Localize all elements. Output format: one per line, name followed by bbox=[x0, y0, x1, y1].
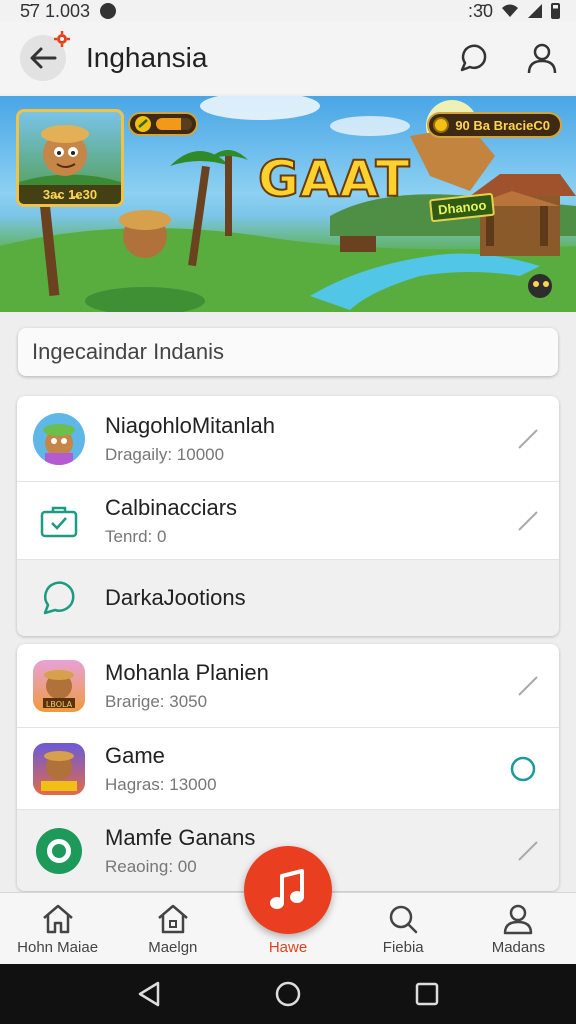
list-item-subtitle: Brarige: 3050 bbox=[105, 691, 208, 711]
list-item-subtitle: Tenrd: 0 bbox=[105, 526, 167, 546]
signal-icon bbox=[528, 4, 542, 18]
nav-item-house[interactable]: Maelgn bbox=[115, 893, 230, 964]
system-home-button[interactable] bbox=[268, 974, 308, 1014]
list-item-text: Mohanla Planien Brarige: 3050 bbox=[105, 660, 269, 712]
list-item-subtitle: Reaoing: 00 bbox=[105, 856, 197, 876]
status-time: 5̄7 1.003 bbox=[20, 0, 91, 21]
character-avatar-icon bbox=[33, 412, 85, 465]
thumbnail-caption: 3a̶c 1̶e30 bbox=[19, 185, 121, 204]
search-icon bbox=[389, 905, 418, 934]
points-label: 90 Ba BracieC0 bbox=[455, 117, 550, 133]
status-right: :3̄0 bbox=[468, 1, 560, 22]
list-item-text: Mamfe Ganans Reaoing: 00 bbox=[105, 825, 255, 877]
nav-label: Maelgn bbox=[148, 939, 198, 956]
points-badge: 90 Ba BracieC0 bbox=[427, 112, 562, 138]
list-item-text: NiagohloMitanlah Dragaily: 10000 bbox=[105, 413, 275, 465]
notification-dot-icon bbox=[100, 3, 117, 19]
nav-label: Hohn Maiae bbox=[17, 939, 99, 956]
page-title: Inghansia bbox=[86, 42, 208, 73]
circle-icon[interactable] bbox=[509, 755, 537, 783]
nav-label: Fiebia bbox=[382, 939, 424, 956]
nav-item-home[interactable]: Hohn Maiae bbox=[0, 893, 115, 964]
game-thumbnail[interactable]: 3a̶c 1̶e30 bbox=[16, 109, 124, 207]
list-item-subtitle: Dragaily: 10000 bbox=[105, 444, 225, 464]
system-navigation-bar bbox=[0, 964, 576, 1024]
status-left: 5̄7 1.003 bbox=[20, 0, 117, 22]
banner-headline: GAAT bbox=[257, 149, 411, 209]
promo-banner[interactable]: 3a̶c 1̶e30 90 Ba BracieC0 GAAT Dhanoo bbox=[0, 96, 576, 312]
app-bar: Inghansia bbox=[0, 22, 576, 94]
list-item-title: Mamfe Ganans bbox=[105, 824, 256, 850]
list-item[interactable]: Calbinacciars Tenrd: 0 bbox=[17, 482, 559, 560]
status-bar: 5̄7 1.003 :3̄0 bbox=[0, 0, 576, 22]
list-item-text: DarkaJootions bbox=[105, 585, 246, 611]
list-item-title: Mohanla Planien bbox=[105, 659, 269, 685]
home-icon bbox=[42, 904, 73, 934]
edit-icon[interactable] bbox=[517, 675, 539, 697]
chat-icon bbox=[460, 44, 487, 72]
nav-label: Madans bbox=[491, 939, 546, 956]
system-back-button[interactable] bbox=[129, 974, 169, 1014]
chat-button[interactable] bbox=[454, 40, 490, 76]
edit-icon[interactable] bbox=[517, 510, 539, 532]
list-item-text: Game Hagras: 13000 bbox=[105, 743, 217, 795]
leaf-icon bbox=[135, 116, 151, 132]
list-item-text: Calbinacciars Tenrd: 0 bbox=[105, 495, 237, 547]
energy-chip bbox=[128, 112, 198, 136]
wifi-icon bbox=[502, 4, 518, 17]
chat-bubble-icon bbox=[33, 572, 85, 624]
list-item[interactable]: NiagohloMitanlah Dragaily: 10000 bbox=[17, 396, 559, 482]
list-item-subtitle: Hagras: 13000 bbox=[105, 774, 217, 794]
list-item[interactable]: DarkaJootions bbox=[17, 560, 559, 636]
profile-button[interactable] bbox=[524, 40, 560, 76]
search-input[interactable] bbox=[18, 328, 558, 376]
back-arrow-icon bbox=[30, 47, 57, 69]
list-item-title: DarkaJootions bbox=[105, 585, 246, 610]
circle-home-icon bbox=[275, 981, 301, 1007]
app-bar-actions bbox=[454, 40, 560, 76]
list-card-primary: NiagohloMitanlah Dragaily: 10000 Calbina… bbox=[17, 396, 559, 636]
square-recents-icon bbox=[415, 982, 438, 1006]
music-fab-button[interactable] bbox=[244, 846, 332, 934]
system-recents-button[interactable] bbox=[407, 974, 447, 1014]
gear-badge-icon bbox=[54, 31, 70, 47]
profile-icon bbox=[504, 904, 533, 935]
svg-text:LBOLA: LBOLA bbox=[46, 700, 73, 709]
list-item[interactable]: LBOLA Mohanla Planien Brarige: 3050 bbox=[17, 644, 559, 728]
list-item-title: NiagohloMitanlah bbox=[105, 412, 275, 438]
edit-icon[interactable] bbox=[517, 840, 539, 862]
nav-item-profile[interactable]: Madans bbox=[461, 893, 576, 964]
edit-icon[interactable] bbox=[517, 428, 539, 450]
battery-icon bbox=[551, 3, 560, 19]
user-icon bbox=[527, 43, 557, 74]
triangle-back-icon bbox=[139, 981, 160, 1007]
nav-label: Hawe bbox=[268, 939, 308, 956]
game-character-icon bbox=[33, 742, 85, 795]
briefcase-check-icon bbox=[33, 495, 85, 547]
status-right-text: :3̄0 bbox=[467, 0, 493, 21]
record-icon bbox=[33, 825, 85, 877]
list-item-title: Game bbox=[105, 742, 165, 768]
energy-bar bbox=[156, 118, 192, 130]
house-icon bbox=[157, 904, 188, 934]
list-item-title: Calbinacciars bbox=[105, 494, 238, 520]
coin-icon bbox=[433, 117, 450, 133]
game-character-icon: LBOLA bbox=[33, 659, 85, 712]
list-item[interactable]: Game Hagras: 13000 bbox=[17, 728, 559, 810]
music-note-icon bbox=[270, 869, 304, 909]
back-button[interactable] bbox=[20, 31, 70, 81]
nav-item-search[interactable]: Fiebia bbox=[346, 893, 461, 964]
